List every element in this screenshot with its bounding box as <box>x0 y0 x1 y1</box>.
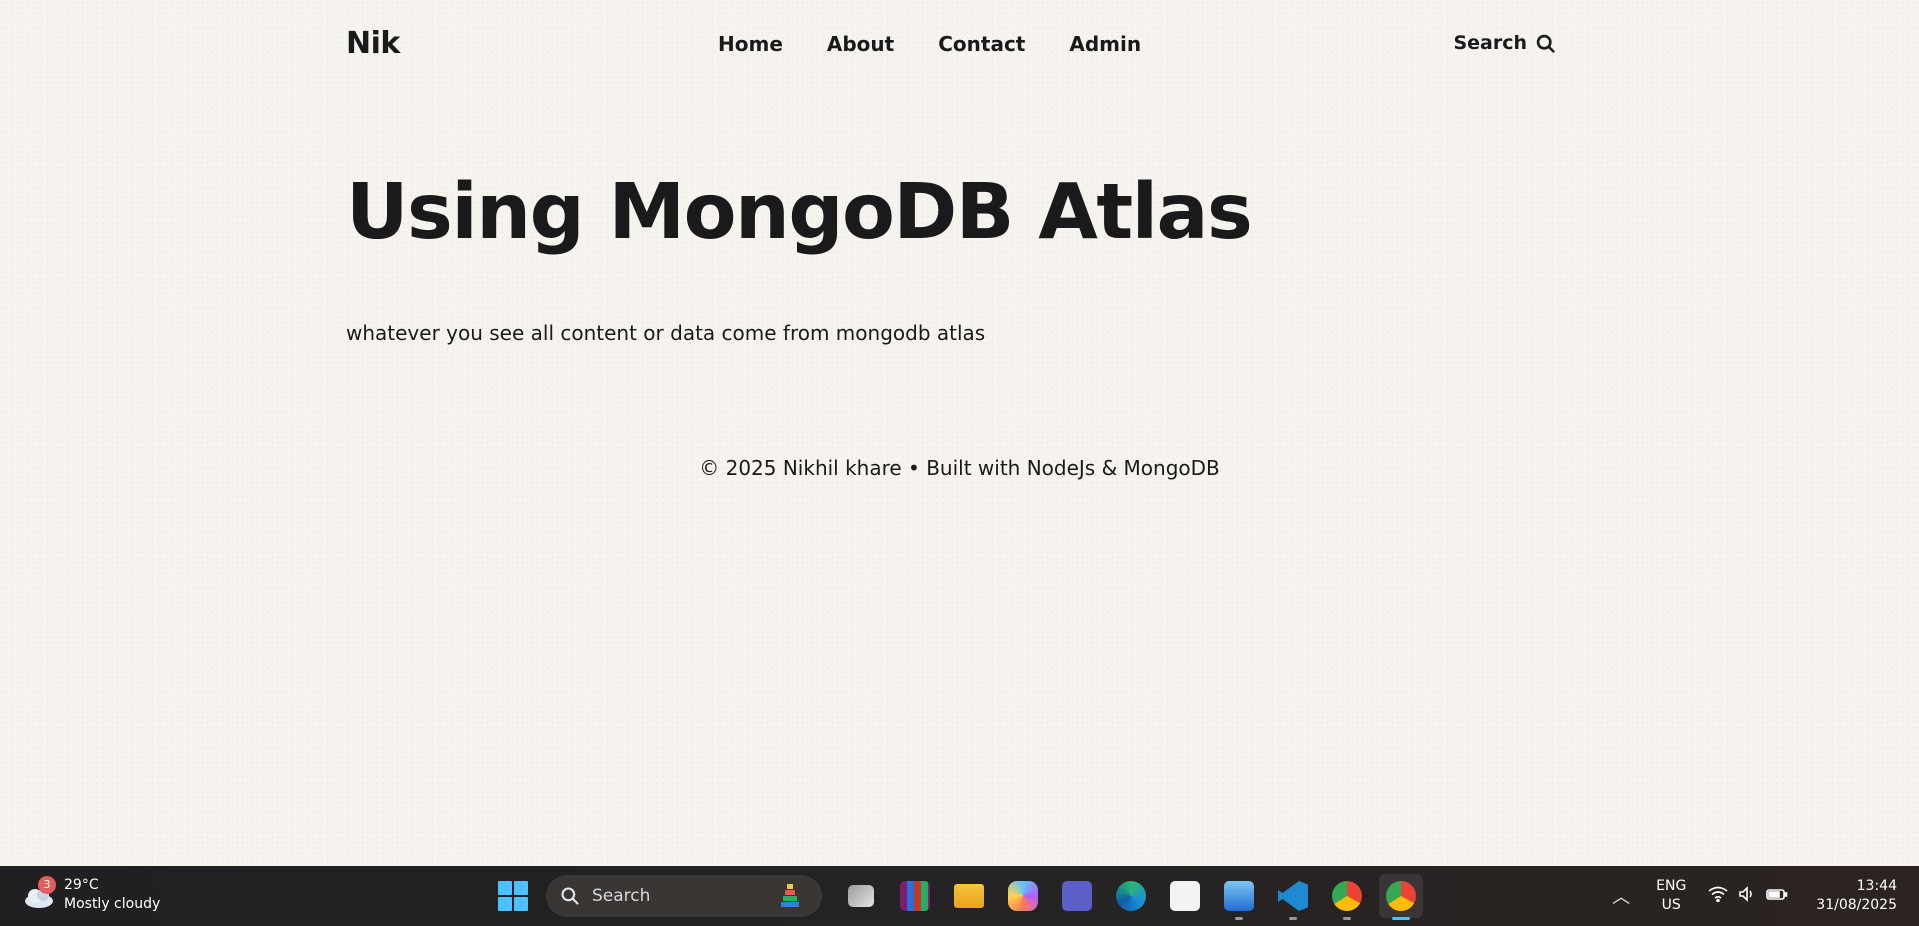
vscode-icon[interactable] <box>1271 874 1315 920</box>
clock-time: 13:44 <box>1856 878 1897 894</box>
footer-text: © 2025 Nikhil khare • Built with NodeJs … <box>699 456 1220 480</box>
volume-icon <box>1738 886 1756 906</box>
search-button[interactable]: Search <box>1453 32 1556 54</box>
search-label: Search <box>1453 32 1527 54</box>
windows-start-icon[interactable] <box>498 881 528 911</box>
nav-about[interactable]: About <box>827 32 894 56</box>
taskbar: 3 29°C Mostly cloudy Search ︿ ENG US 13:… <box>0 866 1919 926</box>
site-footer: © 2025 Nikhil khare • Built with NodeJs … <box>0 456 1919 480</box>
site-logo[interactable]: Nik <box>346 26 400 61</box>
battery-icon <box>1766 886 1788 906</box>
system-tray: ︿ ENG US 13:44 31/08/2025 <box>1612 866 1919 926</box>
weather-widget[interactable]: 3 29°C Mostly cloudy <box>22 876 160 914</box>
language-code: ENG <box>1656 878 1687 894</box>
language-indicator[interactable]: ENG US <box>1656 877 1686 915</box>
microsoft-store-icon[interactable] <box>1163 874 1207 918</box>
nav-admin[interactable]: Admin <box>1069 32 1141 56</box>
taskbar-search[interactable]: Search <box>546 875 822 917</box>
cloud-icon: 3 <box>22 876 56 912</box>
task-view-icon[interactable] <box>839 874 883 918</box>
web-page: Nik Home About Contact Admin Search Usin… <box>0 0 1919 866</box>
region-code: US <box>1661 897 1681 913</box>
weather-condition: Mostly cloudy <box>64 896 161 912</box>
search-highlight-icon <box>778 882 802 916</box>
clock-date: 31/08/2025 <box>1816 897 1897 913</box>
system-icons[interactable] <box>1708 886 1788 906</box>
site-header: Nik Home About Contact Admin Search <box>346 22 1556 72</box>
search-icon <box>561 887 579 905</box>
taskbar-apps: Search <box>498 874 1428 920</box>
teams-icon[interactable] <box>1055 874 1099 918</box>
chrome-profile-icon[interactable] <box>1379 874 1423 920</box>
chevron-up-icon[interactable]: ︿ <box>1612 883 1630 909</box>
copilot-icon[interactable] <box>1001 874 1045 918</box>
edge-icon[interactable] <box>1109 874 1153 918</box>
weather-badge: 3 <box>38 876 56 894</box>
page-title: Using MongoDB Atlas <box>346 168 1253 257</box>
clock[interactable]: 13:44 31/08/2025 <box>1816 877 1897 915</box>
nav-home[interactable]: Home <box>718 32 783 56</box>
chrome-icon[interactable] <box>1325 874 1369 920</box>
winrar-icon[interactable] <box>893 874 937 918</box>
search-icon <box>1536 34 1555 53</box>
page-description: whatever you see all content or data com… <box>346 321 986 345</box>
file-explorer-icon[interactable] <box>947 874 991 918</box>
weather-temp: 29°C <box>64 877 99 893</box>
photos-icon[interactable] <box>1217 874 1261 920</box>
main-nav: Home About Contact Admin <box>718 32 1185 56</box>
taskbar-search-label: Search <box>592 886 651 906</box>
wifi-icon <box>1708 886 1728 906</box>
nav-contact[interactable]: Contact <box>938 32 1025 56</box>
